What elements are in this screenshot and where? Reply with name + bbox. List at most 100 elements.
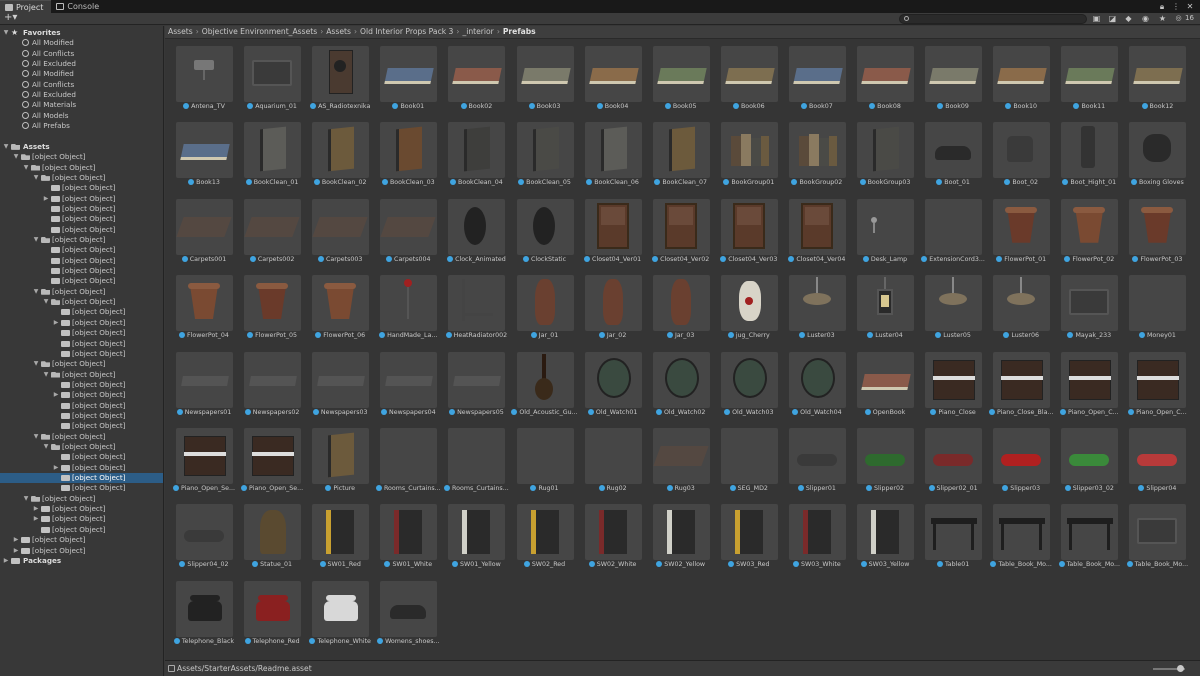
asset-tile[interactable]: Luster05: [914, 269, 983, 343]
folder-item[interactable]: ▼ [object Object]: [0, 442, 163, 452]
asset-tile[interactable]: Telephone_Red: [233, 575, 302, 649]
asset-tile[interactable]: Carpets001: [165, 193, 233, 267]
asset-tile[interactable]: Book07: [778, 40, 846, 114]
folder-item[interactable]: [object Object]: [0, 380, 163, 390]
folder-item[interactable]: [object Object]: [0, 214, 163, 224]
asset-tile[interactable]: Table01: [914, 498, 983, 572]
breadcrumb-item[interactable]: Old Interior Props Pack 3: [360, 27, 453, 36]
asset-tile[interactable]: FlowerPot_03: [1118, 193, 1187, 267]
collapse-arrow-icon[interactable]: ▶: [52, 318, 60, 328]
favorite-search-item[interactable]: All Conflicts: [0, 49, 163, 59]
folder-item[interactable]: [object Object]: [0, 245, 163, 255]
expand-arrow-icon[interactable]: ▼: [32, 235, 40, 245]
favorite-search-item[interactable]: All Conflicts: [0, 80, 163, 90]
asset-tile[interactable]: Piano_Close: [914, 346, 983, 420]
asset-tile[interactable]: FlowerPot_04: [165, 269, 233, 343]
asset-tile[interactable]: Slipper01: [778, 422, 846, 496]
expand-arrow-icon[interactable]: ▼: [32, 432, 40, 442]
asset-tile[interactable]: Book05: [642, 40, 710, 114]
asset-tile[interactable]: Closet04_Ver02: [642, 193, 710, 267]
asset-tile[interactable]: Book09: [914, 40, 983, 114]
asset-tile[interactable]: ExtensionCord3...: [914, 193, 985, 267]
asset-tile[interactable]: Jar_01: [506, 269, 574, 343]
asset-tile[interactable]: Antena_TV: [165, 40, 233, 114]
folder-item[interactable]: ▼ [object Object]: [0, 494, 163, 504]
asset-tile[interactable]: Book13: [165, 116, 233, 190]
breadcrumb-item[interactable]: Assets: [168, 27, 193, 36]
asset-tile[interactable]: Book12: [1118, 40, 1187, 114]
asset-tile[interactable]: Book03: [506, 40, 574, 114]
asset-tile[interactable]: Luster04: [846, 269, 914, 343]
breadcrumb-item[interactable]: Prefabs: [503, 27, 536, 36]
expand-arrow-icon[interactable]: ▼: [42, 370, 50, 380]
search-by-type-icon[interactable]: ▣: [1092, 14, 1101, 23]
folder-item[interactable]: ▼ [object Object]: [0, 173, 163, 183]
asset-tile[interactable]: Jar_02: [574, 269, 642, 343]
asset-tile[interactable]: SW01_White: [369, 498, 438, 572]
folder-item[interactable]: ▶ [object Object]: [0, 463, 163, 473]
asset-tile[interactable]: SW03_White: [778, 498, 846, 572]
asset-tile[interactable]: Rooms_Curtains...: [437, 422, 509, 496]
folder-item[interactable]: ▼ [object Object]: [0, 163, 163, 173]
asset-tile[interactable]: Telephone_Black: [165, 575, 234, 649]
folder-item[interactable]: [object Object]: [0, 401, 163, 411]
asset-tile[interactable]: Slipper03: [982, 422, 1051, 496]
collapse-arrow-icon[interactable]: ▶: [32, 504, 40, 514]
asset-tile[interactable]: Carpets004: [369, 193, 438, 267]
asset-tile[interactable]: Piano_Open_C...: [1050, 346, 1119, 420]
asset-tile[interactable]: Closet04_Ver03: [710, 193, 778, 267]
favorite-search-item[interactable]: All Modified: [0, 38, 163, 48]
folder-item[interactable]: [object Object]: [0, 421, 163, 431]
expand-arrow-icon[interactable]: ▼: [12, 152, 20, 162]
asset-tile[interactable]: Slipper03_02: [1050, 422, 1119, 496]
folder-item[interactable]: ▶ [object Object]: [0, 194, 163, 204]
folder-item[interactable]: [object Object]: [0, 473, 163, 484]
search-input[interactable]: [899, 14, 1087, 24]
asset-tile[interactable]: FlowerPot_06: [301, 269, 370, 343]
folder-item[interactable]: ▶ [object Object]: [0, 504, 163, 514]
favorite-search-item[interactable]: All Prefabs: [0, 121, 163, 131]
asset-tile[interactable]: BookClean_01: [233, 116, 302, 190]
asset-tile[interactable]: Table_Book_Mo...: [1118, 498, 1188, 572]
asset-tile[interactable]: Old_Watch02: [642, 346, 710, 420]
favorite-search-item[interactable]: All Excluded: [0, 90, 163, 100]
tag-icon[interactable]: ◆: [1124, 14, 1133, 23]
asset-tile[interactable]: Old_Watch03: [710, 346, 778, 420]
folder-item[interactable]: [object Object]: [0, 276, 163, 286]
asset-tile[interactable]: Clock_Animated: [437, 193, 506, 267]
asset-tile[interactable]: Jar_03: [642, 269, 710, 343]
asset-tile[interactable]: SW02_Yellow: [642, 498, 710, 572]
visibility-eye-icon[interactable]: ◎: [1174, 14, 1183, 23]
expand-arrow-icon[interactable]: ▼: [42, 442, 50, 452]
asset-tile[interactable]: Carpets003: [301, 193, 370, 267]
folder-item[interactable]: ▶ [object Object]: [0, 514, 163, 524]
asset-tile[interactable]: Luster06: [982, 269, 1051, 343]
breadcrumb-item[interactable]: Assets: [326, 27, 351, 36]
asset-tile[interactable]: SW01_Yellow: [437, 498, 506, 572]
asset-tile[interactable]: Carpets002: [233, 193, 302, 267]
collapse-arrow-icon[interactable]: ▶: [52, 390, 60, 400]
add-button[interactable]: +▾: [4, 13, 22, 24]
asset-tile[interactable]: jug_Cherry: [710, 269, 778, 343]
asset-tile[interactable]: Table_Book_Mo...: [982, 498, 1052, 572]
asset-tile[interactable]: SW03_Yellow: [846, 498, 914, 572]
asset-tile[interactable]: BookClean_02: [301, 116, 370, 190]
asset-tile[interactable]: Newspapers04: [369, 346, 438, 420]
folder-item[interactable]: [object Object]: [0, 204, 163, 214]
asset-tile[interactable]: Money01: [1118, 269, 1187, 343]
asset-tile[interactable]: Old_Watch01: [574, 346, 642, 420]
asset-tile[interactable]: BookGroup03: [846, 116, 914, 190]
slider-handle[interactable]: [1177, 665, 1184, 672]
asset-tile[interactable]: BookClean_06: [574, 116, 642, 190]
asset-tile[interactable]: BookClean_03: [369, 116, 438, 190]
folder-item[interactable]: ▶ [object Object]: [0, 390, 163, 400]
asset-tile[interactable]: Boot_Hight_01: [1050, 116, 1119, 190]
folder-item[interactable]: [object Object]: [0, 328, 163, 338]
folder-item[interactable]: [object Object]: [0, 349, 163, 359]
asset-tile[interactable]: Book06: [710, 40, 778, 114]
hidden-packages-icon[interactable]: ◉: [1141, 14, 1150, 23]
collapse-arrow-icon[interactable]: ▶: [12, 546, 20, 556]
search-by-label-icon[interactable]: ◪: [1108, 14, 1117, 23]
asset-tile[interactable]: Book08: [846, 40, 914, 114]
folder-item[interactable]: ▶ [object Object]: [0, 535, 163, 545]
